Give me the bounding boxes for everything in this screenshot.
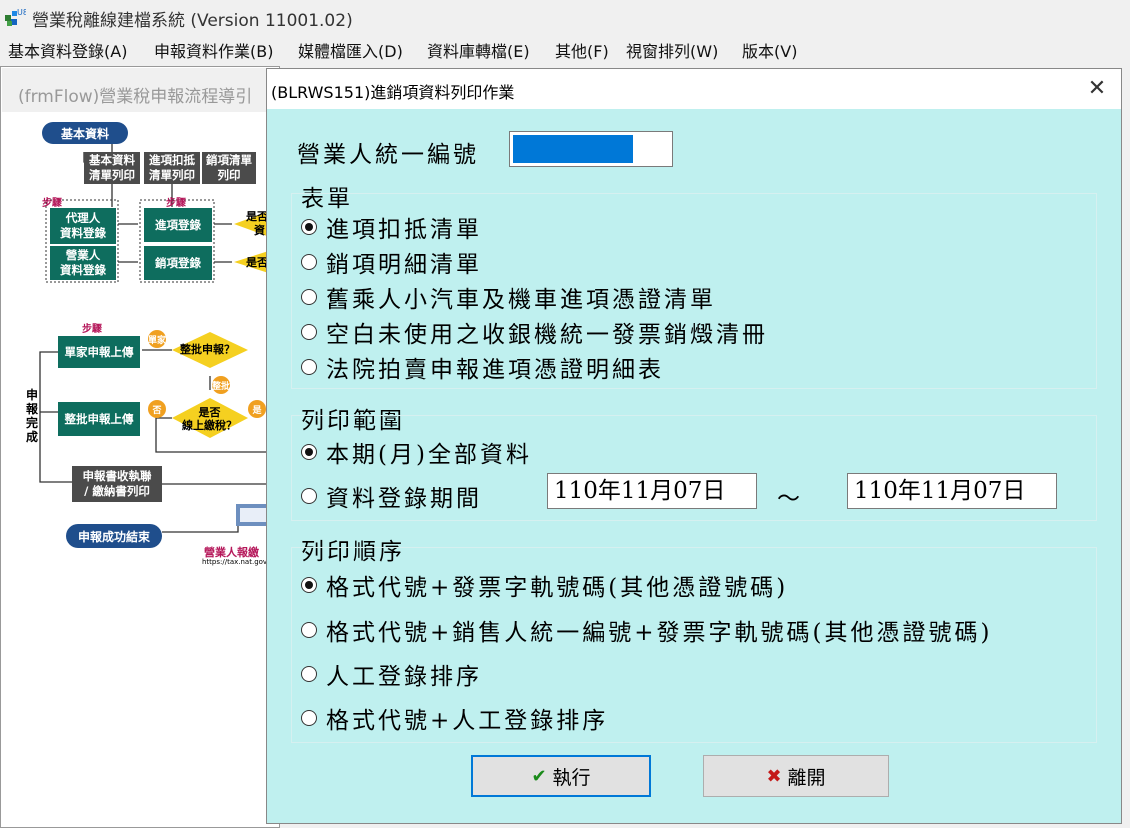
flow-badge-single: 單家 xyxy=(148,330,166,348)
flow-node-input-print[interactable]: 進項扣抵 清單列印 xyxy=(144,152,200,184)
ban-input-selection xyxy=(513,135,633,163)
radio-icon[interactable] xyxy=(301,488,317,504)
flow-step13-label: 步驟 xyxy=(82,324,102,335)
flow-node-sales-reg[interactable]: 銷項登錄 xyxy=(144,246,212,280)
order-option-format-invoice[interactable]: 格式代號+發票字軌號碼(其他憑證號碼) xyxy=(301,569,788,601)
print-dialog: (BLRWS151)進銷項資料列印作業 ✕ 營業人統一編號 表單 進項扣抵清單 … xyxy=(266,68,1122,824)
flow-node-agent-reg[interactable]: 代理人 資料登錄 xyxy=(50,208,116,244)
order-option-format-manual[interactable]: 格式代號+人工登錄排序 xyxy=(301,702,608,734)
flow-cond-b-label: 是否 xyxy=(246,256,268,269)
radio-icon[interactable] xyxy=(301,219,317,235)
flow-node-basic[interactable]: 基本資料 xyxy=(42,122,128,144)
date-from-input[interactable]: 110年11月07日 xyxy=(547,473,757,509)
flow-badge-no: 否 xyxy=(148,400,166,418)
flow-node-input-reg[interactable]: 進項登錄 xyxy=(144,208,212,242)
app-title: 營業稅離線建檔系統 (Version 11001.02) xyxy=(32,11,353,31)
flow-guide-window[interactable]: (frmFlow)營業稅申報流程導引 基本資料 基本資料 清單列印 進項扣抵 清… xyxy=(0,66,286,828)
svg-text:U8: U8 xyxy=(17,8,26,17)
app-title-bar: U8 營業稅離線建檔系統 (Version 11001.02) xyxy=(0,0,1130,34)
menu-db-convert[interactable]: 資料庫轉檔(E) xyxy=(427,38,530,62)
flow-badge-batch: 整批 xyxy=(212,376,230,394)
flow-node-receipt-print[interactable]: 申報書收執聯 / 繳納書列印 xyxy=(72,466,162,502)
form-option-court-auction[interactable]: 法院拍賣申報進項憑證明細表 xyxy=(301,351,664,383)
menu-filing-data[interactable]: 申報資料作業(B) xyxy=(154,38,273,62)
radio-icon[interactable] xyxy=(301,622,317,638)
date-to-input[interactable]: 110年11月07日 xyxy=(847,473,1057,509)
menu-media-import[interactable]: 媒體檔匯入(D) xyxy=(298,38,403,62)
flow-cond-a-label: 是否 xyxy=(246,210,268,223)
form-option-sales-detail[interactable]: 銷項明細清單 xyxy=(301,246,482,278)
flow-cond-a2-label: 資 xyxy=(254,224,265,237)
menu-version[interactable]: 版本(V) xyxy=(742,38,797,62)
radio-icon[interactable] xyxy=(301,444,317,460)
menu-window-arrange[interactable]: 視窗排列(W) xyxy=(626,38,718,62)
flow-node-sales-print[interactable]: 銷項清單 列印 xyxy=(202,152,256,184)
leave-button[interactable]: ✖ 離開 xyxy=(703,755,889,797)
x-icon: ✖ xyxy=(766,765,782,787)
flow-node-single-upload[interactable]: 單家申報上傳 xyxy=(58,336,140,368)
menu-basic-data[interactable]: 基本資料登錄(A) xyxy=(8,38,127,62)
radio-icon[interactable] xyxy=(301,254,317,270)
form-option-input-deduction[interactable]: 進項扣抵清單 xyxy=(301,211,482,243)
range-option-current-period[interactable]: 本期(月)全部資料 xyxy=(301,436,532,468)
flow-done-side-label: 申 報 完 成 xyxy=(26,388,39,444)
flow-node-business-reg[interactable]: 營業人 資料登錄 xyxy=(50,246,116,280)
dialog-titlebar[interactable]: (BLRWS151)進銷項資料列印作業 ✕ xyxy=(267,69,1121,109)
form-option-old-vehicle[interactable]: 舊乘人小汽車及機車進項憑證清單 xyxy=(301,281,716,313)
flow-step1-label: 步驟 xyxy=(42,198,62,209)
range-tilde: ～ xyxy=(777,486,803,512)
flow-online-question: 是否 線上繳稅？ xyxy=(182,406,237,432)
range-option-entry-period[interactable]: 資料登錄期間 xyxy=(301,480,482,512)
flow-node-batch-upload[interactable]: 整批申報上傳 xyxy=(58,402,140,436)
execute-button[interactable]: ✔ 執行 xyxy=(471,755,651,797)
radio-icon[interactable] xyxy=(301,710,317,726)
flow-window-titlebar[interactable]: (frmFlow)營業稅申報流程導引 xyxy=(2,68,278,112)
radio-icon[interactable] xyxy=(301,324,317,340)
radio-icon[interactable] xyxy=(301,666,317,682)
flow-node-basic-print[interactable]: 基本資料 清單列印 xyxy=(84,152,140,184)
flow-diagram: 基本資料 基本資料 清單列印 進項扣抵 清單列印 銷項清單 列印 步驟 步驟 代… xyxy=(2,112,286,827)
ban-input[interactable] xyxy=(509,131,673,167)
form-option-blank-invoice-destroy[interactable]: 空白未使用之收銀機統一發票銷燬清冊 xyxy=(301,316,768,348)
flow-badge-yes: 是 xyxy=(248,400,266,418)
flow-batch-question: 整批申報？ xyxy=(180,343,235,356)
radio-icon[interactable] xyxy=(301,289,317,305)
dialog-title: (BLRWS151)進銷項資料列印作業 xyxy=(271,83,515,102)
ban-label: 營業人統一編號 xyxy=(297,142,479,168)
flow-step2-label: 步驟 xyxy=(166,198,186,209)
close-icon[interactable]: ✕ xyxy=(1085,77,1109,101)
check-icon: ✔ xyxy=(531,765,547,787)
menu-other[interactable]: 其他(F) xyxy=(555,38,609,62)
app-logo-icon: U8 xyxy=(5,8,26,26)
order-option-format-seller-invoice[interactable]: 格式代號+銷售人統一編號+發票字軌號碼(其他憑證號碼) xyxy=(301,614,993,646)
flow-window-title: (frmFlow)營業稅申報流程導引 xyxy=(18,87,253,107)
radio-icon[interactable] xyxy=(301,577,317,593)
radio-icon[interactable] xyxy=(301,359,317,375)
order-option-manual[interactable]: 人工登錄排序 xyxy=(301,658,482,690)
flow-node-success-end[interactable]: 申報成功結束 xyxy=(66,524,162,548)
menu-bar: 基本資料登錄(A) 申報資料作業(B) 媒體檔匯入(D) 資料庫轉檔(E) 其他… xyxy=(0,34,1130,64)
